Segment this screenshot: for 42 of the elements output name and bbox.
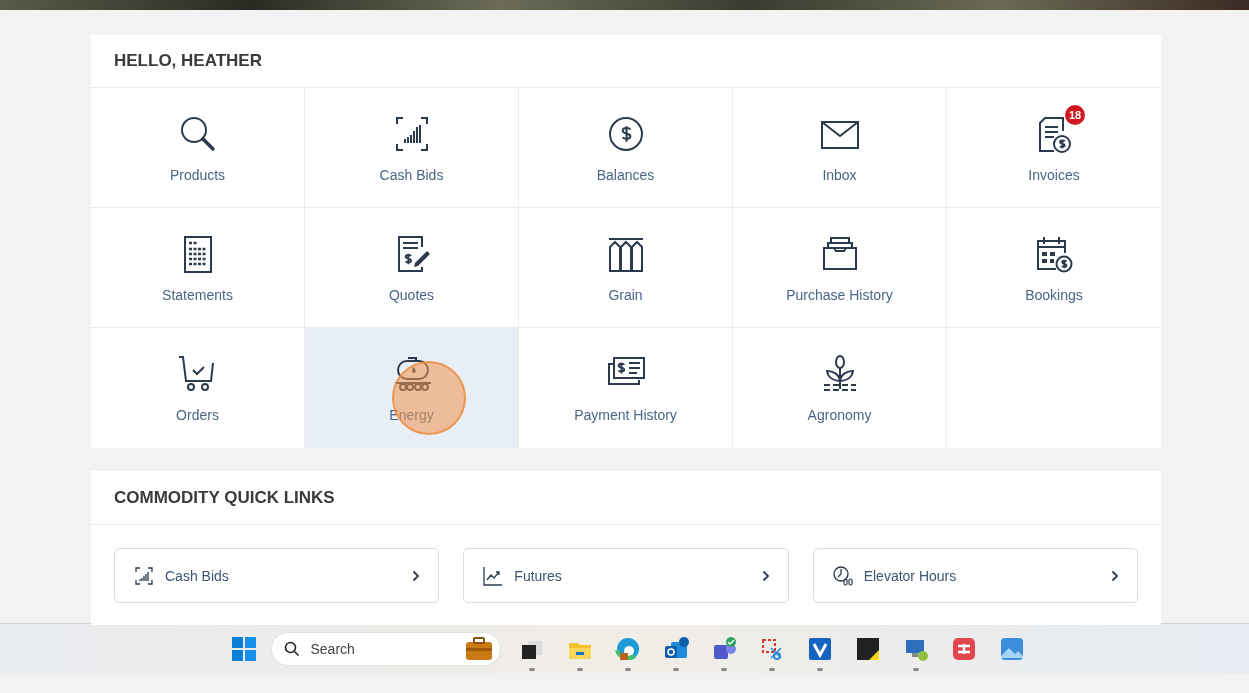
quick-link[interactable]: Cash Bids	[114, 548, 440, 603]
tile-label: Bookings	[1025, 286, 1083, 303]
count-badge: 18	[1065, 104, 1085, 125]
card-title: COMMODITY QUICK LINKS	[91, 471, 1161, 525]
sticky-note-icon	[854, 635, 881, 662]
chevron-right-icon	[761, 569, 770, 582]
browser-icon	[614, 635, 641, 662]
tile-label: Orders	[176, 407, 219, 423]
tile-label: Quotes	[388, 286, 435, 303]
menu-tile[interactable]: Balances	[519, 88, 733, 208]
quick-link[interactable]: Futures	[463, 548, 789, 603]
chevron-right-icon	[1111, 569, 1119, 582]
menu-tile[interactable]: Cash Bids	[305, 88, 519, 208]
menu-tile[interactable]: Grain	[519, 208, 733, 328]
search-field[interactable]: Search	[308, 639, 455, 658]
tile-label: Products	[169, 166, 226, 183]
app-tile-icon	[950, 635, 977, 662]
tile-label: Purchase History	[786, 286, 893, 303]
line-chart-icon	[482, 564, 505, 587]
menu-tile[interactable]: Products	[91, 88, 305, 208]
tile-label: Balances	[596, 166, 655, 183]
tile-label: Grain	[608, 286, 643, 303]
menu-tile[interactable]: Inbox	[733, 88, 947, 208]
menu-tile[interactable]: Statements	[91, 208, 305, 328]
tile-label: Inbox	[822, 166, 857, 183]
v-app-icon	[806, 635, 833, 662]
menu-tile[interactable]: Purchase History	[733, 208, 947, 328]
quick-link[interactable]: Elevator Hours	[812, 548, 1138, 603]
search-icon	[283, 640, 300, 657]
photos-icon	[998, 635, 1025, 662]
tile-label: Payment History	[574, 407, 677, 423]
tile-label: Agronomy	[807, 407, 872, 423]
tile-label: Cash Bids	[379, 166, 444, 183]
tile-label: Statements	[162, 286, 233, 303]
clock-icon	[831, 564, 854, 587]
search-bar[interactable]: Search	[270, 631, 501, 666]
menu-tile[interactable]: Quotes	[305, 208, 519, 328]
chevron-right-icon	[412, 569, 421, 582]
briefcase-icon	[463, 635, 494, 662]
chart-bars-icon	[133, 564, 155, 587]
start-icon	[230, 635, 257, 662]
tile-label: Invoices	[1028, 166, 1080, 183]
